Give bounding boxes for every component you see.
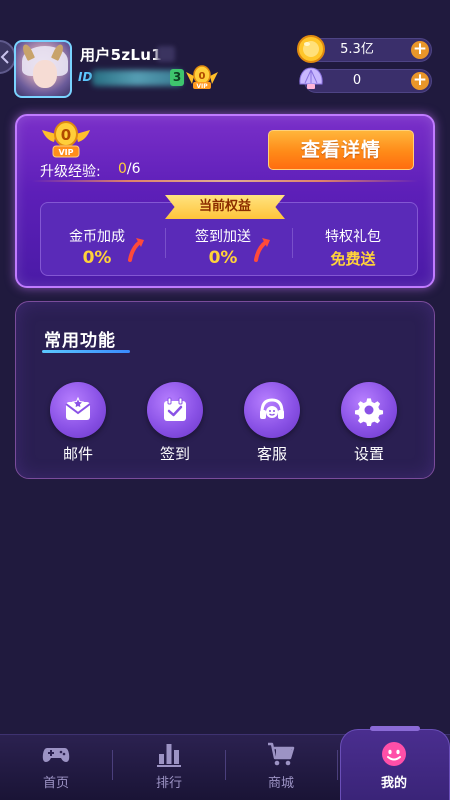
arrow-up-icon <box>128 238 144 262</box>
bar-chart-icon <box>157 744 181 767</box>
nav-shop-label: 商城 <box>267 776 294 791</box>
level-badge: 3 <box>170 69 184 86</box>
signin-button[interactable]: 签到 <box>145 382 205 464</box>
nav-separator <box>225 750 226 780</box>
settings-button[interactable]: 设置 <box>339 382 399 464</box>
avatar[interactable] <box>14 40 72 98</box>
benefit-separator <box>165 228 166 258</box>
headset-icon <box>260 398 284 419</box>
nav-separator <box>337 750 338 780</box>
exp-total: /6 <box>126 161 141 177</box>
view-details-button[interactable]: 查看详情 <box>268 130 414 170</box>
settings-label: 设置 <box>353 445 384 463</box>
benefit-privilege-gift: 特权礼包 免费送 <box>298 226 408 269</box>
mail-button[interactable]: 邮件 <box>48 382 108 464</box>
upgrade-exp-value: 0/6 <box>118 161 141 177</box>
svg-text:0: 0 <box>61 126 71 144</box>
calendar-check-icon <box>164 397 186 421</box>
shell-icon <box>299 67 323 89</box>
card-divider <box>32 180 418 182</box>
current-benefits-ribbon: 当前权益 <box>165 195 285 219</box>
username: 用户5zLu1 <box>80 46 162 64</box>
arrow-up-icon <box>254 238 270 262</box>
add-gold-button[interactable]: + <box>411 41 429 59</box>
vip-level-icon: 0 VIP <box>42 121 90 158</box>
cart-icon <box>268 742 295 766</box>
nav-active-indicator <box>370 726 420 731</box>
nav-home-label: 首页 <box>42 776 69 791</box>
signin-label: 签到 <box>159 445 190 463</box>
gold-coin-icon <box>297 35 325 63</box>
nav-ranking-label: 排行 <box>155 776 182 791</box>
nav-ranking[interactable]: 排行 <box>139 740 199 791</box>
svg-text:VIP: VIP <box>196 83 208 90</box>
vip-badge-icon: 0 VIP <box>186 65 218 90</box>
nav-mine-label: 我的 <box>380 776 407 791</box>
nav-mine[interactable]: 我的 <box>364 740 424 791</box>
benefit-value: 免费送 <box>330 250 376 268</box>
exp-current: 0 <box>118 161 127 177</box>
add-shell-button[interactable]: + <box>411 72 429 90</box>
mail-label: 邮件 <box>62 445 93 463</box>
mail-icon <box>65 396 91 420</box>
nav-shop[interactable]: 商城 <box>251 740 311 791</box>
upgrade-exp-label: 升级经验: <box>40 164 101 180</box>
svg-text:0: 0 <box>199 71 206 82</box>
gear-icon <box>354 398 384 426</box>
gamepad-icon <box>42 748 70 762</box>
nav-separator <box>112 750 113 780</box>
customer-service-button[interactable]: 客服 <box>242 382 302 464</box>
user-id-redacted <box>92 70 182 86</box>
username-redacted <box>157 46 175 62</box>
benefit-title: 特权礼包 <box>325 229 381 245</box>
nav-home[interactable]: 首页 <box>26 740 86 791</box>
title-underline <box>42 350 130 353</box>
common-functions-title: 常用功能 <box>44 331 116 351</box>
smiley-icon <box>382 742 406 766</box>
id-label: ID <box>78 70 93 84</box>
chevron-left-icon <box>0 50 9 64</box>
customer-service-label: 客服 <box>256 445 287 463</box>
svg-text:VIP: VIP <box>58 148 73 157</box>
benefit-separator <box>292 228 293 258</box>
